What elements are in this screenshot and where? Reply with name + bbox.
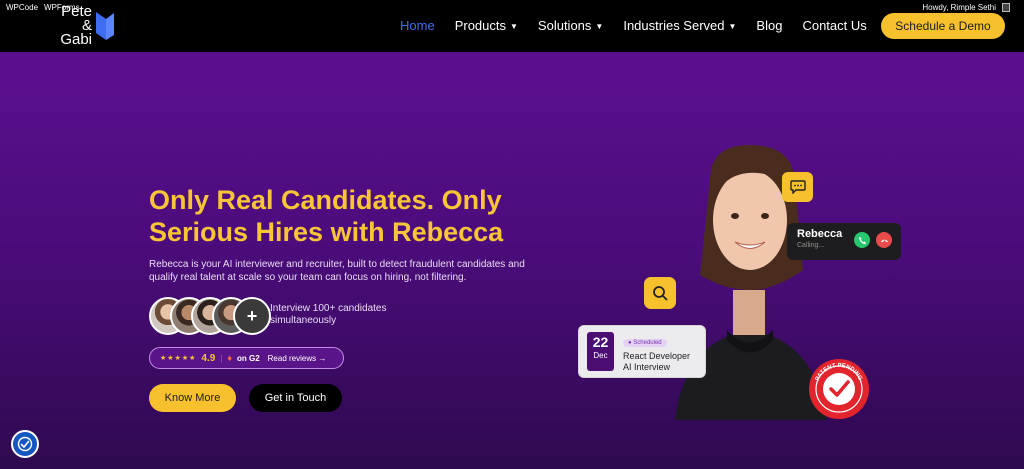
date-box: 22 Dec: [587, 332, 614, 371]
stars-icon: ★★★★★: [160, 355, 197, 362]
nav-home[interactable]: Home: [400, 18, 435, 33]
rating-platform: on G2: [236, 353, 260, 363]
date-month: Dec: [593, 351, 608, 360]
schedule-title: React Developer AI Interview: [623, 351, 690, 373]
g2-icon: ♦: [227, 353, 232, 363]
divider: |: [220, 353, 223, 363]
hero-description: Rebecca is your AI interviewer and recru…: [149, 259, 525, 283]
nav-solutions[interactable]: Solutions ▼: [538, 18, 603, 33]
nav-blog-label: Blog: [756, 18, 783, 33]
nav-contact[interactable]: Contact Us: [802, 18, 866, 33]
nav-products-label: Products: [454, 18, 506, 33]
headline-line-1: Only Real Candidates. Only: [149, 185, 502, 215]
checkmark-seal-icon: PATENT PENDING: [809, 359, 869, 419]
date-day: 22: [592, 334, 609, 350]
interview-line-2: simultaneously: [270, 315, 337, 326]
accessibility-icon[interactable]: [11, 430, 39, 458]
phone-decline-icon: [876, 232, 892, 248]
chat-icon: [782, 172, 813, 202]
admin-wpcode-link[interactable]: WPCode: [6, 3, 38, 12]
schedule-demo-button[interactable]: Schedule a Demo: [881, 13, 1005, 39]
read-reviews-link[interactable]: Read reviews →: [268, 354, 327, 363]
main-nav: Home Products ▼ Solutions ▼ Industries S…: [400, 18, 867, 33]
admin-greeting[interactable]: Howdy, Rimple Sethi: [922, 3, 996, 12]
nav-industries-label: Industries Served: [623, 18, 725, 33]
logo-mark-icon: [96, 12, 114, 40]
admin-wpforms-link[interactable]: WPForms: [44, 3, 80, 12]
nav-products[interactable]: Products ▼: [455, 18, 518, 33]
hero-headline: Only Real Candidates. Only Serious Hires…: [149, 184, 549, 248]
nav-blog[interactable]: Blog: [756, 18, 782, 33]
nav-home-label: Home: [400, 18, 435, 33]
chevron-down-icon: ▼: [595, 22, 604, 31]
phone-accept-icon: [854, 232, 870, 248]
avatar-more: +: [233, 297, 271, 335]
interview-line-1: Interview 100+ candidates: [270, 303, 387, 314]
plus-icon: +: [246, 305, 258, 326]
search-icon: [644, 277, 676, 309]
chevron-down-icon: ▼: [728, 22, 737, 31]
logo-line-2: Gabi: [60, 31, 92, 48]
schedule-card: 22 Dec ● Scheduled React Developer AI In…: [578, 325, 706, 378]
candidate-avatars: +: [149, 297, 271, 335]
nav-solutions-label: Solutions: [537, 18, 592, 33]
call-card: Rebecca Calling...: [787, 223, 901, 260]
know-more-button[interactable]: Know More: [149, 384, 236, 412]
site-header: Pete & Gabi Home Products ▼ Solutions ▼ …: [0, 0, 1024, 52]
get-in-touch-button[interactable]: Get in Touch: [249, 384, 342, 412]
headline-line-2: Serious Hires with Rebecca: [149, 217, 504, 247]
interview-caption: Interview 100+ candidates simultaneously: [270, 303, 410, 327]
nav-contact-label: Contact Us: [802, 18, 867, 33]
chevron-down-icon: ▼: [510, 22, 518, 31]
schedule-title-line-1: React Developer: [623, 350, 691, 361]
scheduled-badge: ● Scheduled: [623, 338, 667, 347]
rating-score: 4.9: [201, 352, 216, 364]
schedule-info: ● Scheduled React Developer AI Interview: [623, 331, 690, 373]
nav-industries[interactable]: Industries Served ▼: [623, 18, 736, 33]
rating-badge: ★★★★★ 4.9 | ♦ on G2 Read reviews →: [149, 347, 344, 369]
schedule-title-line-2: AI Interview: [623, 361, 671, 372]
